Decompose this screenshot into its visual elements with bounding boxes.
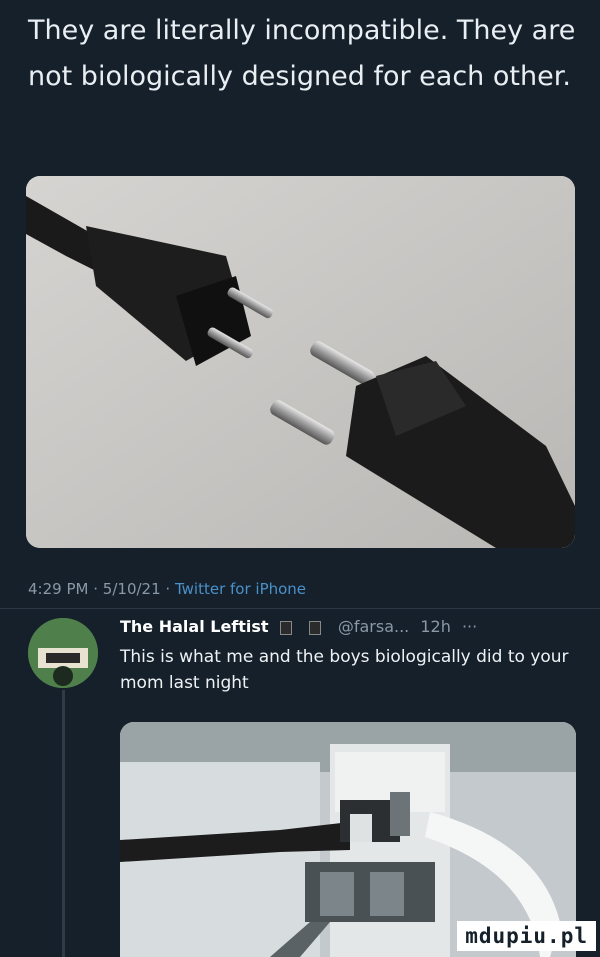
tweet-image-plugs[interactable] bbox=[26, 176, 575, 548]
tweet-time: 4:29 PM bbox=[28, 580, 89, 598]
flag-emoji-icon bbox=[308, 620, 321, 635]
tweet-date: 5/10/21 bbox=[102, 580, 161, 598]
watermark: mdupiu.pl bbox=[457, 921, 596, 951]
avatar[interactable] bbox=[28, 618, 98, 688]
reply-age: 12h bbox=[420, 617, 451, 636]
tweet-text: They are literally incompatible. They ar… bbox=[28, 15, 576, 92]
more-options-icon[interactable]: ··· bbox=[462, 617, 477, 636]
reply-author-name[interactable]: The Halal Leftist bbox=[120, 617, 269, 636]
plug-photo bbox=[26, 176, 575, 548]
tweet-client-link[interactable]: Twitter for iPhone bbox=[175, 580, 306, 598]
flag-emoji-icon bbox=[279, 620, 292, 635]
tweet-meta: 4:29 PM · 5/10/21 · Twitter for iPhone bbox=[28, 580, 306, 598]
reply-header: The Halal Leftist @farsa... 12h ··· bbox=[120, 617, 477, 636]
reply-handle[interactable]: @farsa... bbox=[338, 617, 409, 636]
meta-separator: · bbox=[93, 580, 99, 598]
thread-line bbox=[62, 690, 65, 957]
divider bbox=[0, 608, 600, 609]
meta-separator: · bbox=[165, 580, 171, 598]
avatar-image bbox=[28, 618, 98, 688]
reply-text: This is what me and the boys biologicall… bbox=[120, 647, 569, 693]
